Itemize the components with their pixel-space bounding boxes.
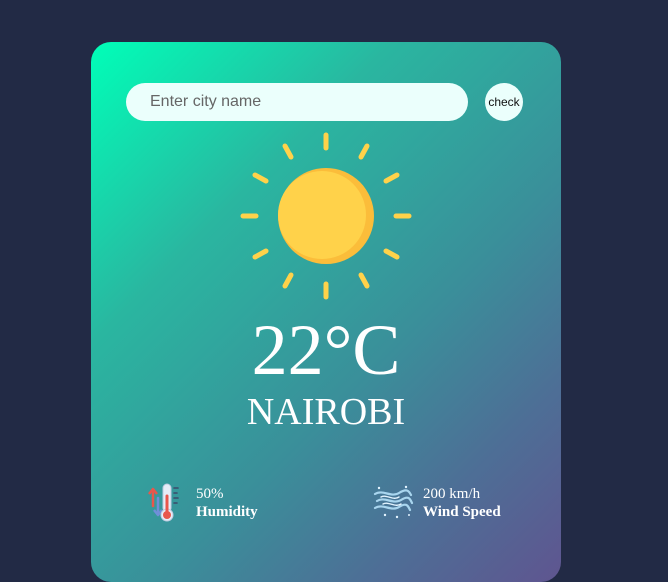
city-search-input[interactable] — [126, 83, 468, 121]
wind-icon — [373, 485, 414, 519]
weather-card: check 22°C NAIROBI — [91, 42, 561, 582]
temperature-value: 22°C — [251, 310, 401, 390]
city-name: NAIROBI — [246, 391, 406, 433]
humidity-label: Humidity — [196, 504, 258, 520]
thermometer-icon — [148, 483, 179, 522]
wind-value: 200 km/h — [423, 486, 481, 502]
search-bar: check — [126, 83, 526, 121]
wind-text: 200 km/h Wind Speed — [423, 485, 501, 521]
sun-icon — [240, 132, 412, 300]
wind-label: Wind Speed — [423, 504, 501, 520]
check-button[interactable]: check — [485, 83, 523, 121]
humidity-value: 50% — [196, 486, 224, 502]
humidity-text: 50% Humidity — [196, 485, 258, 521]
